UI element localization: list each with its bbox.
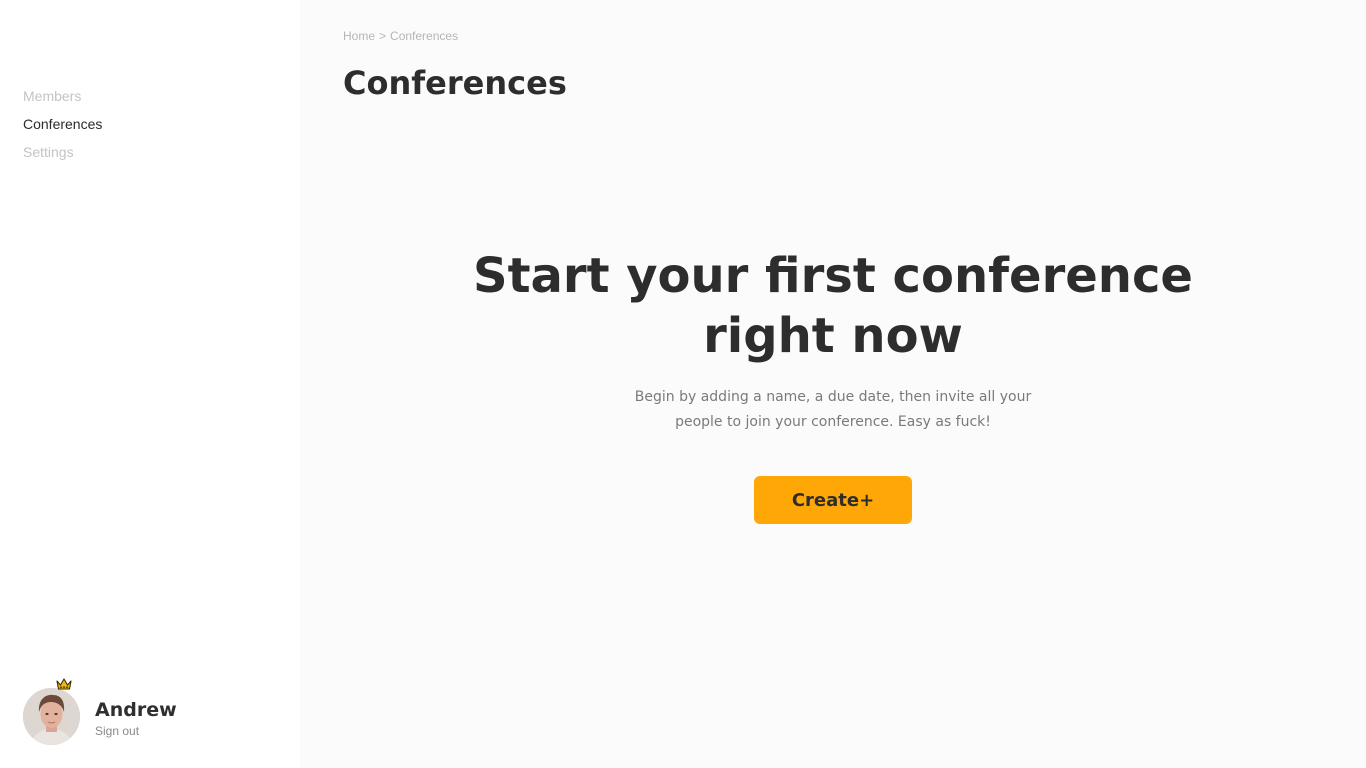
user-profile: Andrew Sign out [23, 676, 283, 746]
breadcrumb-current[interactable]: Conferences [390, 29, 458, 43]
main-content: Home > Conferences Conferences Start your … [300, 0, 1366, 768]
empty-state-description: Begin by adding a name, a due date, then… [634, 389, 1032, 430]
empty-state-title: Start your first conference right now [473, 248, 1193, 364]
create-conference-button[interactable]: Create+ [754, 476, 912, 524]
sidebar: Members Conferences Settings Andrew Sign… [0, 0, 300, 768]
crown-icon [56, 676, 72, 690]
sidebar-item-members[interactable]: Members [23, 82, 102, 110]
breadcrumb-separator: > [379, 29, 387, 43]
sidebar-item-conferences[interactable]: Conferences [23, 110, 102, 138]
app-window: Members Conferences Settings Andrew Sign… [0, 0, 1366, 768]
sidebar-nav: Members Conferences Settings [23, 82, 102, 166]
breadcrumb: Home > Conferences [343, 28, 458, 44]
sign-out-link[interactable]: Sign out [95, 723, 139, 739]
empty-state: Start your first conference right now Be… [300, 246, 1366, 524]
avatar-portrait [23, 688, 80, 745]
breadcrumb-home[interactable]: Home [343, 29, 375, 43]
avatar[interactable] [23, 688, 80, 745]
user-name: Andrew [95, 699, 177, 721]
page-title: Conferences [343, 64, 567, 102]
sidebar-item-settings[interactable]: Settings [23, 138, 102, 166]
